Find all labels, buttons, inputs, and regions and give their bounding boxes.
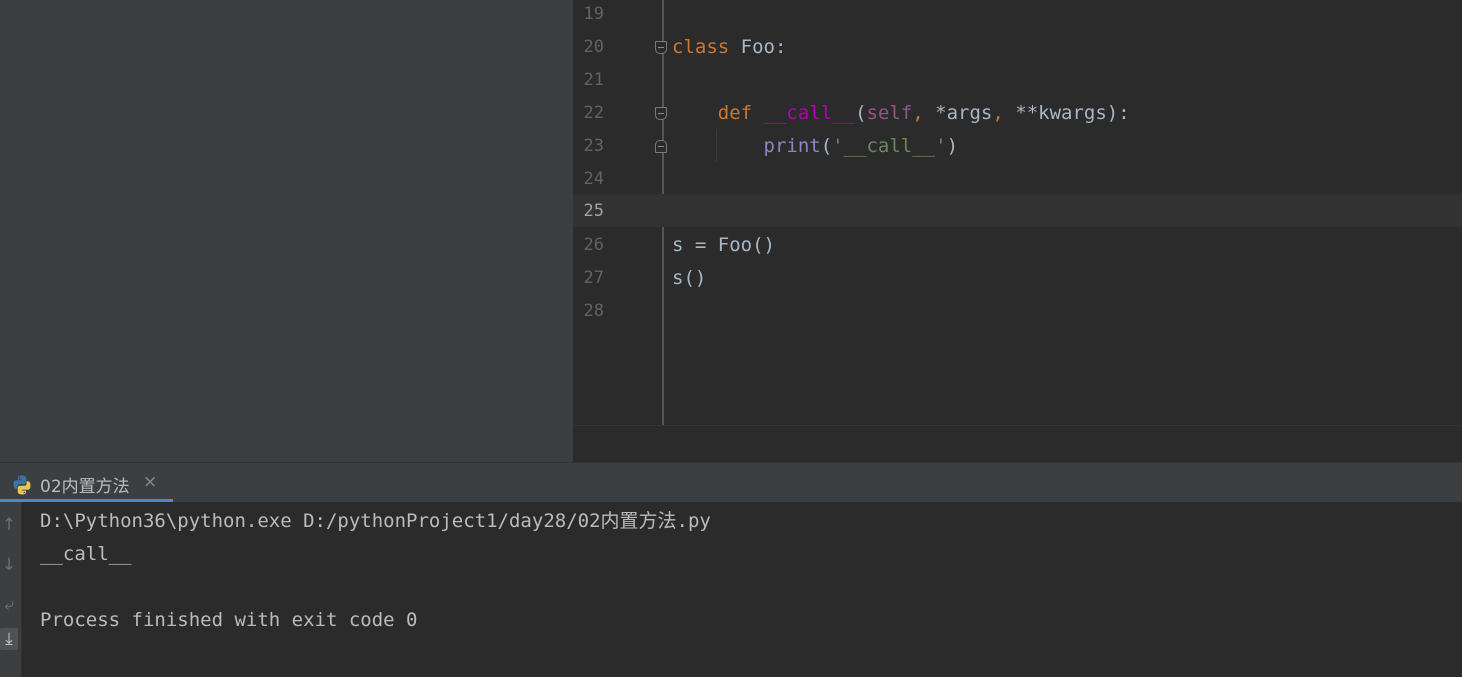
indent-token — [672, 135, 764, 157]
code-editor[interactable]: 19 20 class Foo: 21 22 def __call__(self… — [573, 0, 1462, 425]
run-toolbar: ↑ ↓ ⤶ ⤓ — [0, 502, 22, 677]
line-number: 22 — [583, 103, 604, 123]
project-panel[interactable] — [0, 0, 573, 462]
scroll-to-end-icon[interactable]: ⤓ — [0, 628, 18, 650]
run-tab[interactable]: 02内置方法 × — [0, 463, 173, 503]
console-command-line: D:\Python36\python.exe D:/pythonProject1… — [40, 510, 711, 532]
code-line[interactable]: 21 — [573, 66, 1462, 99]
magic-method-token: __call__ — [763, 102, 856, 124]
soft-wrap-icon[interactable]: ⤶ — [0, 594, 18, 616]
code-text: def __call__(self, *args, **kwargs): — [672, 99, 1130, 127]
line-number: 21 — [583, 70, 604, 90]
string-token: '__call__' — [832, 135, 947, 157]
fold-collapse-icon[interactable] — [655, 107, 667, 120]
arrow-down-icon[interactable]: ↓ — [0, 554, 18, 576]
code-line[interactable]: 27 s() — [573, 264, 1462, 297]
builtin-token: print — [763, 135, 821, 157]
code-line[interactable]: 28 — [573, 297, 1462, 330]
self-param-token: self — [866, 102, 913, 124]
code-text: s() — [672, 267, 707, 289]
paren-token: ) — [946, 135, 959, 157]
run-console[interactable]: D:\Python36\python.exe D:/pythonProject1… — [22, 502, 1462, 677]
line-number: 25 — [583, 201, 604, 221]
line-number: 28 — [583, 301, 604, 321]
line-number: 23 — [583, 136, 604, 156]
comma-token: , — [992, 102, 1004, 124]
code-line[interactable]: 22 def __call__(self, *args, **kwargs): — [573, 99, 1462, 132]
arrow-up-icon[interactable]: ↑ — [0, 514, 18, 536]
current-code-line[interactable]: 25 — [573, 194, 1462, 227]
python-icon — [13, 475, 31, 495]
code-line[interactable]: 23 print('__call__') — [573, 132, 1462, 165]
code-text: class Foo: — [672, 33, 786, 61]
code-line[interactable]: 26 s = Foo() — [573, 231, 1462, 264]
line-number: 19 — [583, 4, 604, 24]
kwargs-token: **kwargs): — [1003, 102, 1130, 124]
fold-collapse-icon[interactable] — [655, 41, 667, 54]
keyword-token: class — [672, 36, 730, 58]
console-output-line: __call__ — [40, 543, 132, 565]
comma-token: , — [912, 102, 924, 124]
editor-status-strip — [573, 425, 1462, 463]
args-token: *args — [923, 102, 993, 124]
line-number: 26 — [583, 235, 604, 255]
console-exit-line: Process finished with exit code 0 — [40, 609, 418, 631]
ide-window: 19 20 class Foo: 21 22 def __call__(self… — [0, 0, 1462, 677]
close-icon[interactable]: × — [143, 472, 157, 492]
run-tab-label: 02内置方法 — [40, 477, 130, 497]
code-line[interactable]: 20 class Foo: — [573, 33, 1462, 66]
line-number: 24 — [583, 169, 604, 189]
keyword-token: def — [717, 102, 753, 124]
code-text: s = Foo() — [672, 234, 775, 256]
code-token: Foo: — [729, 36, 787, 58]
paren-token: ( — [855, 102, 867, 124]
paren-token: ( — [820, 135, 833, 157]
line-number: 27 — [583, 268, 604, 288]
indent-token — [672, 102, 718, 124]
code-text: print('__call__') — [672, 132, 959, 160]
line-number: 20 — [583, 37, 604, 57]
code-line[interactable]: 19 — [573, 0, 1462, 33]
fold-end-icon[interactable] — [655, 140, 667, 153]
run-tool-window-header: 02内置方法 × — [0, 462, 1462, 503]
